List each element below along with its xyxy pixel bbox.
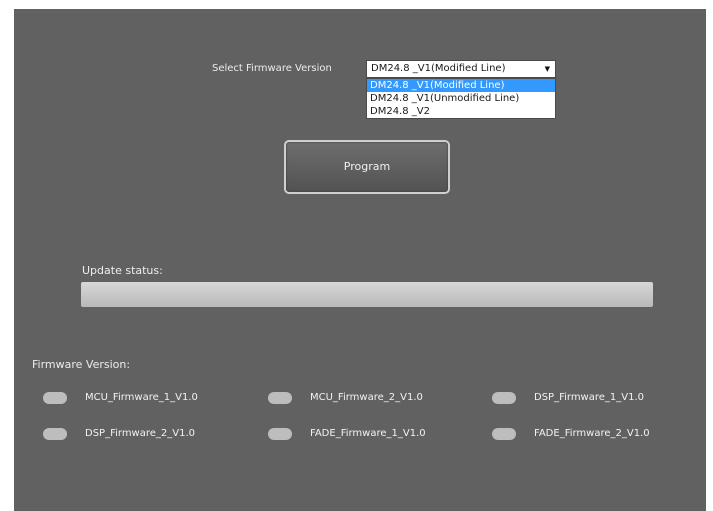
status-indicator xyxy=(43,392,67,404)
update-status-label: Update status: xyxy=(82,264,163,277)
firmware-item-label: DSP_Firmware_1_V1.0 xyxy=(534,392,645,403)
select-firmware-label: Select Firmware Version xyxy=(212,63,332,74)
status-indicator xyxy=(268,428,292,440)
dropdown-option[interactable]: DM24.8 _V1(Unmodified Line) xyxy=(367,92,555,105)
status-indicator xyxy=(492,392,516,404)
firmware-item-fade-2: FADE_Firmware_2_V1.0 xyxy=(492,427,682,441)
status-indicator xyxy=(268,392,292,404)
status-indicator xyxy=(43,428,67,440)
status-indicator xyxy=(492,428,516,440)
dropdown-option[interactable]: DM24.8 _V2 xyxy=(367,105,555,118)
update-progress-bar xyxy=(81,282,653,307)
firmware-item-label: DSP_Firmware_2_V1.0 xyxy=(85,428,196,439)
firmware-item-label: FADE_Firmware_2_V1.0 xyxy=(534,428,650,439)
firmware-item-label: MCU_Firmware_1_V1.0 xyxy=(85,392,198,403)
firmware-item-mcu-2: MCU_Firmware_2_V1.0 xyxy=(268,391,458,405)
firmware-version-dropdown-list: DM24.8 _V1(Modified Line) DM24.8 _V1(Unm… xyxy=(366,78,556,119)
firmware-item-dsp-1: DSP_Firmware_1_V1.0 xyxy=(492,391,682,405)
firmware-item-fade-1: FADE_Firmware_1_V1.0 xyxy=(268,427,458,441)
dropdown-option[interactable]: DM24.8 _V1(Modified Line) xyxy=(367,79,555,92)
firmware-version-title: Firmware Version: xyxy=(32,358,131,371)
firmware-updater-panel: Select Firmware Version DM24.8 _V1(Modif… xyxy=(14,9,706,511)
firmware-version-selected-value: DM24.8 _V1(Modified Line) xyxy=(371,63,506,74)
firmware-item-mcu-1: MCU_Firmware_1_V1.0 xyxy=(43,391,233,405)
firmware-item-dsp-2: DSP_Firmware_2_V1.0 xyxy=(43,427,233,441)
chevron-down-icon[interactable]: ▼ xyxy=(545,61,550,77)
firmware-version-select[interactable]: DM24.8 _V1(Modified Line) ▼ xyxy=(366,60,556,78)
firmware-item-label: MCU_Firmware_2_V1.0 xyxy=(310,392,423,403)
firmware-item-label: FADE_Firmware_1_V1.0 xyxy=(310,428,426,439)
program-button[interactable]: Program xyxy=(284,140,450,194)
